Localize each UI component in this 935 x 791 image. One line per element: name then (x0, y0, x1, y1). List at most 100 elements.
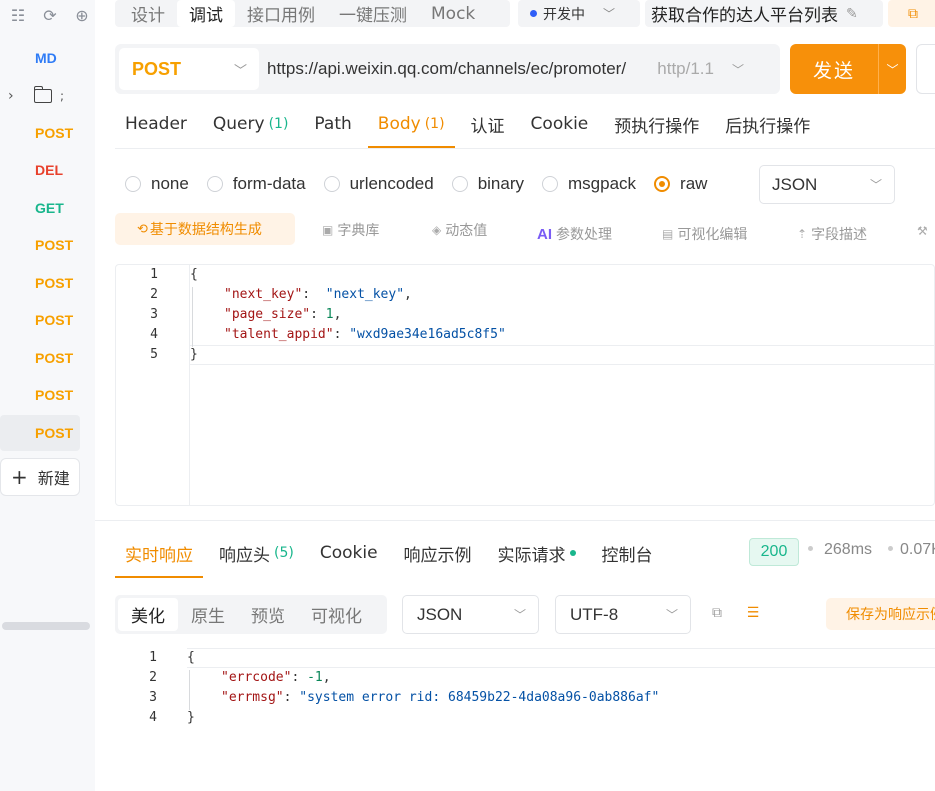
share-button[interactable]: ⧉ (888, 0, 935, 27)
send-button[interactable]: 发送 (790, 44, 878, 94)
url-input[interactable]: https://api.weixin.qq.com/channels/ec/pr… (267, 59, 626, 79)
encoding-label: UTF-8 (570, 604, 619, 624)
method-select[interactable]: POST ﹀ (119, 48, 259, 90)
send-options-button[interactable]: ﹀ (878, 44, 906, 94)
wrap-icon[interactable]: ☰ (744, 604, 762, 622)
body-type-radio[interactable]: urlencoded (323, 174, 434, 194)
field-description-button[interactable]: ⇡ 字段描述 (797, 224, 867, 244)
more-tools-icon[interactable]: ⚒ (917, 224, 928, 238)
json-key: "next_key" (224, 287, 303, 302)
sidebar-item[interactable]: POST (0, 415, 80, 451)
body-type-radio[interactable]: none (125, 174, 189, 194)
app-root: ☷ ⟳ ⊕ › ; MD POST DEL GET POST POST POST POST PO… (0, 0, 935, 791)
encoding-select[interactable]: UTF-8 ﹀ (555, 595, 691, 634)
api-name-text: 获取合作的达人平台列表 (651, 6, 838, 26)
response-format-label: JSON (417, 604, 463, 624)
indent-guide (192, 287, 193, 347)
json-colon: : (291, 670, 308, 685)
sidebar-item[interactable]: POST (0, 265, 80, 301)
response-viewer[interactable]: 1234 {"errcode": -1, "errmsg": "system er… (115, 648, 935, 738)
plus-icon: + (11, 465, 28, 489)
sidebar-folder[interactable]: › ; (0, 78, 80, 114)
line-number: 1 (149, 650, 157, 665)
body-type-radio[interactable]: raw (654, 174, 707, 194)
sidebar-item[interactable]: POST (0, 115, 80, 151)
sidebar-item[interactable]: POST (0, 302, 80, 338)
tab-debug[interactable]: 调试 (177, 0, 235, 27)
sidebar-item[interactable]: DEL (0, 152, 80, 188)
request-tab-count: (1) (424, 116, 445, 132)
body-type-radios: none form-data urlencoded binary msgpack raw (125, 168, 725, 200)
sidebar-item[interactable]: GET (0, 190, 80, 226)
sidebar: ☷ ⟳ ⊕ › ; MD POST DEL GET POST POST POST POST PO… (0, 0, 95, 791)
tree-icon[interactable]: ☷ (8, 4, 28, 26)
response-tab[interactable]: 实际请求 (488, 528, 586, 578)
locate-icon[interactable]: ⊕ (72, 4, 92, 26)
chevron-down-icon: ﹀ (513, 608, 526, 622)
line-number: 3 (149, 690, 157, 705)
new-button[interactable]: + 新建 (0, 458, 80, 496)
request-tab[interactable]: 预执行操作 (604, 100, 709, 148)
copy-icon[interactable]: ⧉ (708, 604, 726, 622)
radio-circle-icon (206, 176, 223, 192)
sidebar-item[interactable]: POST (0, 340, 80, 376)
body-format-select[interactable]: JSON ﹀ (759, 165, 895, 204)
request-tab[interactable]: Path (304, 100, 361, 148)
view-visual[interactable]: 可视化 (298, 598, 375, 631)
request-tab[interactable]: Header (115, 100, 197, 148)
radio-circle-icon (451, 176, 468, 192)
json-value: 1 (325, 307, 334, 322)
request-tab-label: Path (314, 114, 352, 134)
view-preview[interactable]: 预览 (238, 598, 298, 631)
request-tab[interactable]: Body (1) (367, 100, 455, 148)
dynamic-value-button[interactable]: ◈ 动态值 (432, 220, 487, 240)
request-tab-label: Cookie (530, 114, 589, 134)
radio-circle-icon (654, 176, 671, 192)
response-tab[interactable]: 控制台 (592, 528, 663, 578)
view-pretty[interactable]: 美化 (118, 598, 178, 631)
dictionary-button[interactable]: ▣ 字典库 (322, 220, 379, 240)
refresh-icon[interactable]: ⟳ (40, 4, 60, 26)
response-tab[interactable]: 实时响应 (115, 528, 203, 578)
view-raw[interactable]: 原生 (178, 598, 238, 631)
response-tab[interactable]: 响应示例 (394, 528, 482, 578)
radio-circle-icon (125, 176, 141, 192)
dictionary-label: 字典库 (337, 223, 380, 239)
body-editor[interactable]: 12345 {"next_key": "next_key", "page_size… (115, 264, 935, 506)
sidebar-scrollbar[interactable] (2, 622, 90, 630)
response-format-select[interactable]: JSON ﹀ (402, 595, 539, 634)
json-value: "system error rid: 68459b22-4da08a96-0ab… (299, 690, 660, 705)
response-tab-label: 响应头 (219, 545, 270, 566)
request-tab[interactable]: 后执行操作 (715, 100, 820, 148)
param-process-button[interactable]: AI 参数处理 (537, 224, 612, 244)
save-as-example-button[interactable]: 保存为响应示例 (826, 598, 935, 630)
tab-load-test[interactable]: 一键压测 (327, 0, 419, 27)
api-name[interactable]: 获取合作的达人平台列表 ✎ (645, 0, 883, 27)
more-button[interactable] (916, 44, 935, 94)
response-tab[interactable]: 响应头 (5) (209, 528, 304, 578)
body-type-radio[interactable]: msgpack (542, 174, 636, 194)
body-type-radio[interactable]: form-data (206, 174, 306, 194)
tab-mock[interactable]: Mock (419, 0, 487, 27)
request-tab[interactable]: 认证 (461, 100, 515, 148)
folder-label: ; (60, 89, 65, 103)
json-comma: , (333, 307, 342, 322)
sidebar-item[interactable]: POST (0, 377, 80, 413)
tab-test-cases[interactable]: 接口用例 (235, 0, 327, 27)
request-tab[interactable]: Cookie (521, 100, 599, 148)
response-tab-label: 控制台 (601, 545, 653, 566)
sidebar-item[interactable]: MD (0, 40, 80, 76)
environment-select[interactable]: 开发中 ﹀ (518, 0, 640, 27)
sidebar-item[interactable]: POST (0, 227, 80, 263)
response-tab[interactable]: Cookie (310, 528, 388, 578)
tab-design[interactable]: 设计 (119, 0, 177, 27)
visual-edit-button[interactable]: ▤ 可视化编辑 (662, 224, 747, 244)
edit-icon[interactable]: ✎ (846, 6, 858, 22)
body-type-radio[interactable]: binary (451, 174, 524, 194)
response-size: 0.07K (900, 541, 935, 558)
field-desc-label: 字段描述 (811, 227, 868, 243)
view-mode-tabs: 美化 原生 预览 可视化 (115, 595, 387, 634)
protocol-select[interactable]: http/1.1 ﹀ (657, 59, 744, 79)
request-tab[interactable]: Query (1) (203, 100, 299, 148)
generate-from-schema-button[interactable]: ⟲ 基于数据结构生成 (115, 213, 295, 245)
